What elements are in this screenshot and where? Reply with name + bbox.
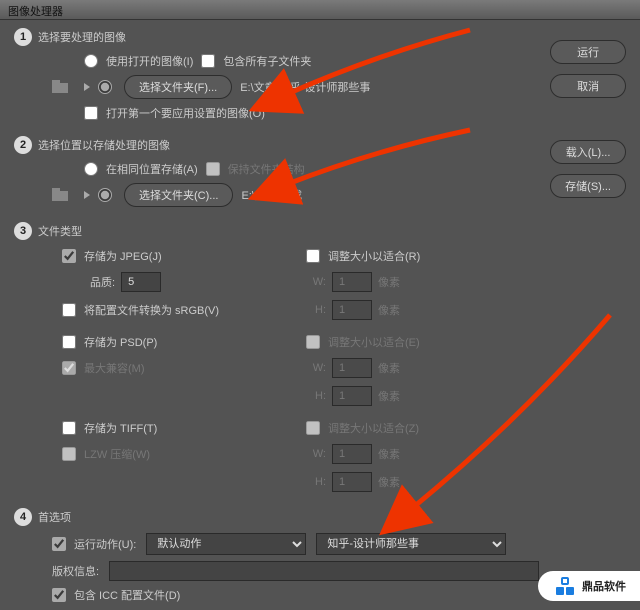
open-first-image-checkbox[interactable]: 打开第一个要应用设置的图像(O) <box>84 105 265 121</box>
section-title: 首选项 <box>38 509 71 525</box>
include-icc-checkbox[interactable]: 包含 ICC 配置文件(D) <box>52 587 180 603</box>
step-badge-1: 1 <box>14 28 32 46</box>
step-badge-2: 2 <box>14 136 32 154</box>
load-button[interactable]: 载入(L)... <box>550 140 626 164</box>
w-label: W: <box>306 448 326 460</box>
section-select-images: 1 选择要处理的图像 使用打开的图像(I) 包含所有子文件夹 选择文件夹(F).… <box>0 20 640 128</box>
h-label: H: <box>306 304 326 316</box>
save-psd-checkbox[interactable]: 存储为 PSD(P) <box>62 334 157 350</box>
w-label: W: <box>306 276 326 288</box>
action-set-select[interactable]: 默认动作 <box>146 533 306 555</box>
h-label: H: <box>306 476 326 488</box>
psd-width-input <box>332 358 372 378</box>
jpeg-width-input <box>332 272 372 292</box>
step-badge-3: 3 <box>14 222 32 240</box>
folder-icon <box>52 79 74 95</box>
choose-folder-radio[interactable] <box>98 80 112 94</box>
tiff-height-input <box>332 472 372 492</box>
folder-icon <box>52 187 74 203</box>
copyright-label: 版权信息: <box>52 563 99 579</box>
resize-fit-z-checkbox: 调整大小以适合(Z) <box>306 420 419 436</box>
use-open-images-radio[interactable]: 使用打开的图像(I) <box>84 53 193 69</box>
side-actions: 运行 取消 载入(L)... 存储(S)... <box>550 40 626 198</box>
watermark-text: 鼎品软件 <box>582 578 626 594</box>
save-button[interactable]: 存储(S)... <box>550 174 626 198</box>
pixel-unit: 像素 <box>378 446 400 462</box>
arrow-right-icon <box>84 191 90 199</box>
pixel-unit: 像素 <box>378 388 400 404</box>
choose-source-folder-button[interactable]: 选择文件夹(F)... <box>124 75 232 99</box>
section-title: 选择位置以存储处理的图像 <box>38 137 170 153</box>
psd-height-input <box>332 386 372 406</box>
section-save-location: 2 选择位置以存储处理的图像 在相同位置存储(A) 保持文件夹结构 选择文件夹(… <box>0 128 640 214</box>
dest-path: E:\文章\完成 <box>241 187 302 203</box>
cancel-button[interactable]: 取消 <box>550 74 626 98</box>
pixel-unit: 像素 <box>378 274 400 290</box>
copyright-input[interactable] <box>109 561 539 581</box>
tiff-width-input <box>332 444 372 464</box>
watermark: 鼎品软件 <box>538 571 640 601</box>
jpeg-height-input <box>332 300 372 320</box>
quality-input[interactable] <box>121 272 161 292</box>
w-label: W: <box>306 362 326 374</box>
h-label: H: <box>306 390 326 402</box>
choose-dest-folder-button[interactable]: 选择文件夹(C)... <box>124 183 233 207</box>
window-title: 图像处理器 <box>0 0 640 20</box>
section-file-type: 3 文件类型 存储为 JPEG(J) 调整大小以适合(R) 品质: W: 像素 将… <box>0 214 640 500</box>
resize-fit-e-checkbox: 调整大小以适合(E) <box>306 334 420 350</box>
max-compat-checkbox: 最大兼容(M) <box>62 360 145 376</box>
step-badge-4: 4 <box>14 508 32 526</box>
pixel-unit: 像素 <box>378 302 400 318</box>
section-title: 文件类型 <box>38 223 82 239</box>
section-title: 选择要处理的图像 <box>38 29 126 45</box>
arrow-right-icon <box>84 83 90 91</box>
run-action-checkbox[interactable]: 运行动作(U): <box>52 536 136 552</box>
pixel-unit: 像素 <box>378 360 400 376</box>
resize-fit-r-checkbox[interactable]: 调整大小以适合(R) <box>306 248 420 264</box>
convert-srgb-checkbox[interactable]: 将配置文件转换为 sRGB(V) <box>62 302 219 318</box>
keep-structure-checkbox[interactable]: 保持文件夹结构 <box>206 161 305 177</box>
quality-label: 品质: <box>90 274 115 290</box>
lzw-checkbox: LZW 压缩(W) <box>62 446 150 462</box>
save-tiff-checkbox[interactable]: 存储为 TIFF(T) <box>62 420 157 436</box>
choose-dest-folder-radio[interactable] <box>98 188 112 202</box>
include-subfolders-checkbox[interactable]: 包含所有子文件夹 <box>201 53 311 69</box>
watermark-icon <box>556 577 574 595</box>
same-location-radio[interactable]: 在相同位置存储(A) <box>84 161 198 177</box>
source-path: E:\文章\知乎-设计师那些事 <box>240 79 370 95</box>
pixel-unit: 像素 <box>378 474 400 490</box>
run-button[interactable]: 运行 <box>550 40 626 64</box>
save-jpeg-checkbox[interactable]: 存储为 JPEG(J) <box>62 248 162 264</box>
action-select[interactable]: 知乎-设计师那些事 <box>316 533 506 555</box>
